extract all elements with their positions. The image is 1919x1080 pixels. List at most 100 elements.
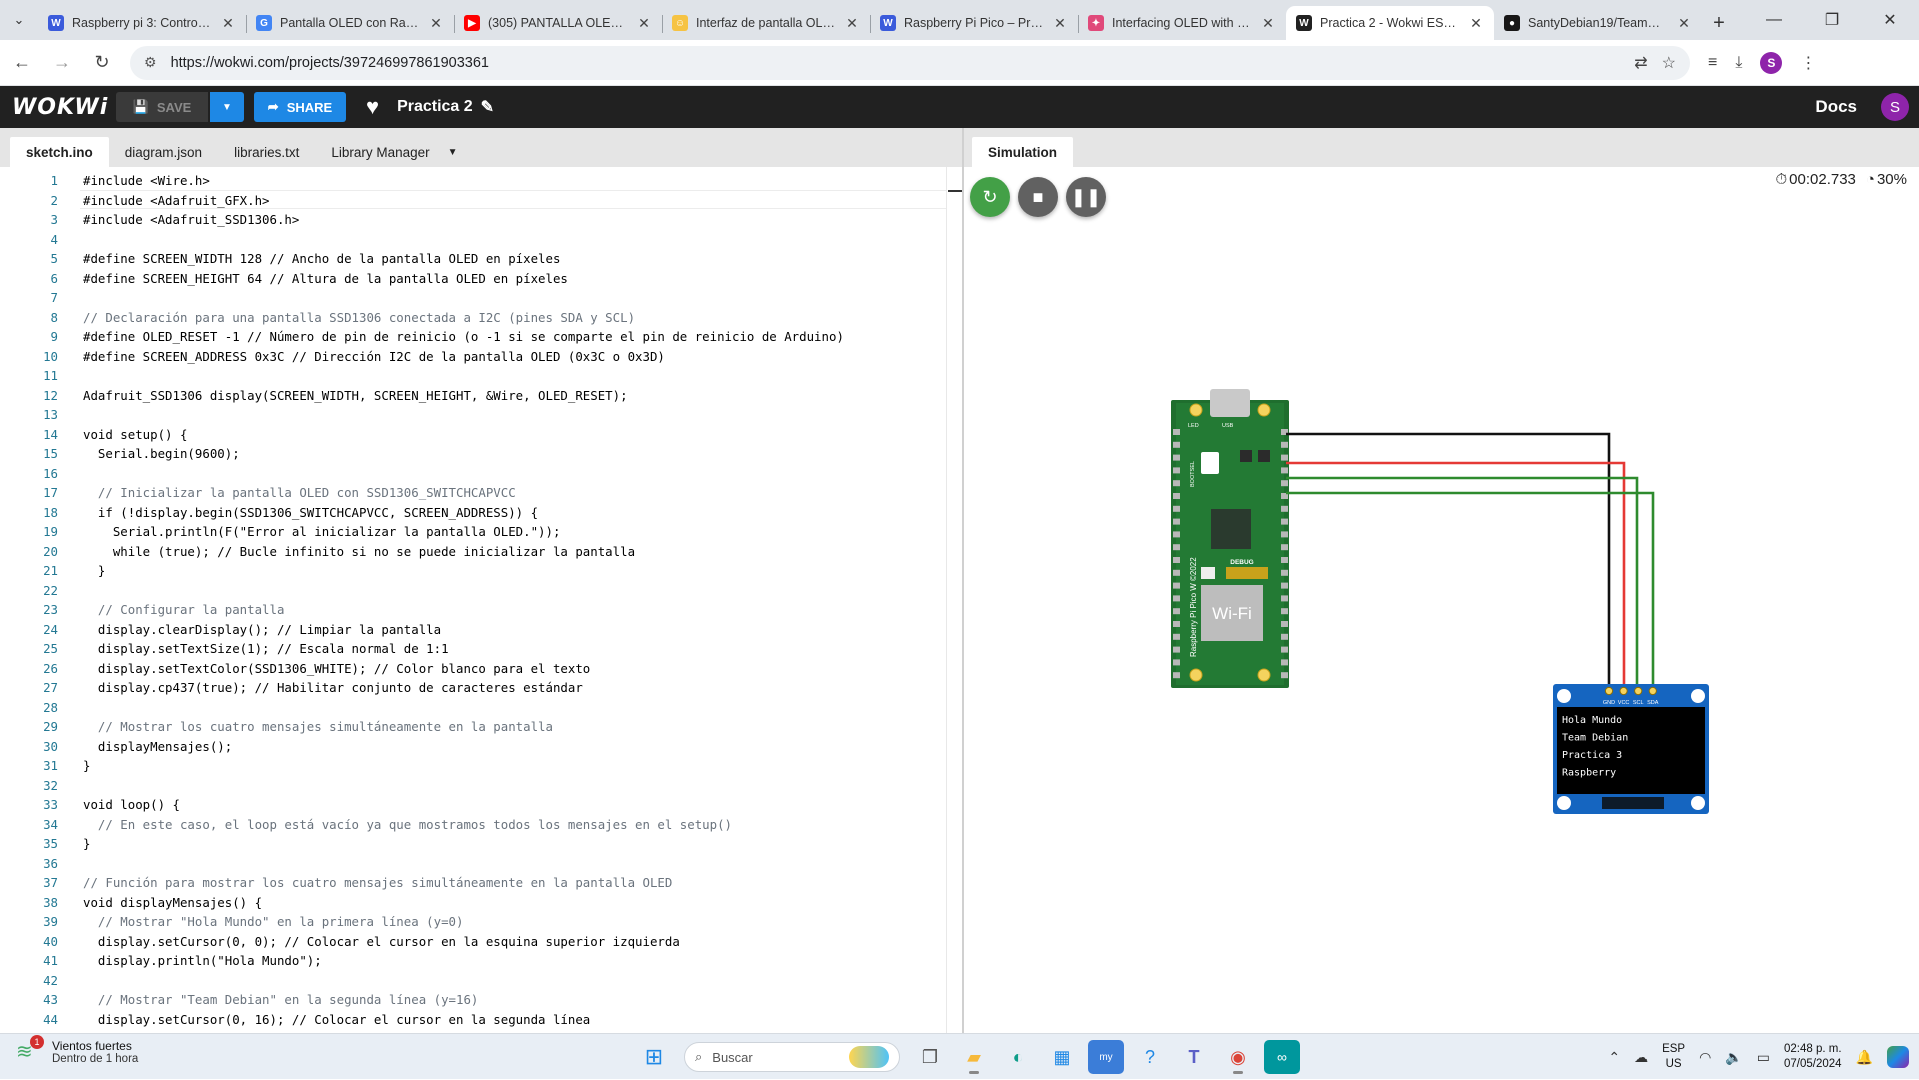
gpio-pin[interactable]: [1173, 441, 1180, 448]
line-text[interactable]: display.setCursor(0, 16); // Colocar el …: [83, 1010, 590, 1029]
forward-arrow-icon[interactable]: →: [44, 45, 80, 81]
code-line[interactable]: 41 display.println("Hola Mundo");: [0, 951, 960, 970]
oled-ssd1306[interactable]: GND VCC SCL SDA Hola Mundo Team Debian Practi…: [1553, 684, 1709, 814]
line-text[interactable]: Serial.println(F("Error al inicializar l…: [83, 522, 561, 541]
line-text[interactable]: Serial.begin(9600);: [83, 444, 240, 463]
code-line[interactable]: 13: [0, 405, 960, 424]
code-line[interactable]: 14 void setup() {: [0, 425, 960, 444]
line-text[interactable]: // Mostrar los cuatro mensajes simultáne…: [83, 717, 553, 736]
save-dropdown-chevron-icon[interactable]: ▼: [210, 92, 244, 122]
line-text[interactable]: display.clearDisplay(); // Limpiar la pa…: [83, 620, 441, 639]
gpio-pin[interactable]: [1173, 505, 1180, 512]
gpio-pin[interactable]: [1281, 557, 1288, 563]
gpio-pin[interactable]: [1281, 646, 1288, 653]
docs-link[interactable]: Docs: [1815, 97, 1857, 117]
code-line[interactable]: 43 // Mostrar "Team Debian" en la segund…: [0, 990, 960, 1009]
tab-library-manager[interactable]: Library Manager ▼: [315, 137, 473, 167]
downloads-icon[interactable]: ⤓: [1735, 54, 1742, 72]
input-language[interactable]: ESP US: [1662, 1042, 1685, 1072]
code-line[interactable]: 12 Adafruit_SSD1306 display(SCREEN_WIDTH,…: [0, 386, 960, 405]
gpio-pin[interactable]: [1281, 672, 1288, 679]
line-text[interactable]: #define SCREEN_ADDRESS 0x3C // Dirección…: [83, 347, 665, 366]
profile-avatar[interactable]: S: [1760, 51, 1783, 74]
more-menu-icon[interactable]: ⋮: [1800, 53, 1816, 73]
mysql-workbench-icon[interactable]: my: [1088, 1040, 1124, 1074]
line-text[interactable]: display.setTextColor(SSD1306_WHITE); // …: [83, 659, 590, 678]
code-line[interactable]: 3 #include <Adafruit_SSD1306.h>: [0, 210, 960, 229]
line-text[interactable]: // Mostrar "Hola Mundo" en la primera lí…: [83, 912, 464, 931]
line-text[interactable]: // Configurar la pantalla: [83, 600, 285, 619]
line-text[interactable]: }: [83, 834, 90, 853]
line-text[interactable]: void displayMensajes() {: [83, 893, 262, 912]
gpio-pin[interactable]: [1173, 518, 1180, 525]
browser-tab[interactable]: ☺ Interfaz de pantalla OLED con Ras ✕: [662, 6, 870, 40]
code-line[interactable]: 15 Serial.begin(9600);: [0, 444, 960, 463]
gpio-pin[interactable]: [1173, 569, 1180, 576]
taskbar-search[interactable]: ⌕ Buscar: [684, 1042, 900, 1072]
code-line[interactable]: 31}: [0, 756, 960, 775]
share-button[interactable]: ➦ SHARE: [254, 92, 346, 122]
tab-close-icon[interactable]: ✕: [1468, 15, 1484, 32]
code-line[interactable]: 11: [0, 366, 960, 385]
tab-search-chevron-icon[interactable]: ⌄: [0, 0, 38, 40]
code-line[interactable]: 21 }: [0, 561, 960, 580]
translate-icon[interactable]: ⇄: [1634, 53, 1647, 73]
gpio-pin[interactable]: [1281, 621, 1288, 627]
tab-sketch-ino[interactable]: sketch.ino: [10, 137, 109, 167]
browser-tab[interactable]: W Raspberry Pi Pico – Primeros pas ✕: [870, 6, 1078, 40]
gpio-pin[interactable]: [1281, 454, 1288, 461]
clock[interactable]: 02:48 p. m. 07/05/2024: [1784, 1042, 1842, 1072]
file-explorer-icon[interactable]: ▰: [956, 1040, 992, 1074]
gpio-pin[interactable]: [1173, 595, 1180, 602]
task-view-icon[interactable]: ❐: [912, 1040, 948, 1074]
browser-tab[interactable]: G Pantalla OLED con Raspberry Pi ✕: [246, 6, 454, 40]
gpio-pin[interactable]: [1173, 493, 1180, 499]
caret-down-icon[interactable]: ▼: [448, 147, 458, 158]
stop-simulation-button[interactable]: ■: [1018, 177, 1058, 217]
teams-icon[interactable]: T: [1176, 1040, 1212, 1074]
back-arrow-icon[interactable]: ←: [4, 45, 40, 81]
editor-scrollbar[interactable]: [946, 167, 962, 1033]
line-text[interactable]: }: [83, 756, 90, 775]
tab-close-icon[interactable]: ✕: [220, 15, 236, 32]
code-line[interactable]: 36: [0, 854, 960, 873]
gpio-pin[interactable]: [1173, 480, 1180, 487]
code-line[interactable]: 10 #define SCREEN_ADDRESS 0x3C // Direcci…: [0, 347, 960, 366]
line-text[interactable]: #define OLED_RESET -1 // Número de pin d…: [83, 327, 844, 346]
code-line[interactable]: 38 void displayMensajes() {: [0, 893, 960, 912]
gpio-pin[interactable]: [1173, 429, 1180, 435]
gpio-pin[interactable]: [1173, 582, 1180, 589]
code-line[interactable]: 16: [0, 464, 960, 483]
gpio-pin[interactable]: [1281, 595, 1288, 602]
line-text[interactable]: void loop() {: [83, 795, 180, 814]
line-text[interactable]: #define SCREEN_HEIGHT 64 // Altura de la…: [83, 269, 568, 288]
code-line[interactable]: 25 display.setTextSize(1); // Escala nor…: [0, 639, 960, 658]
line-text[interactable]: display.setCursor(0, 0); // Colocar el c…: [83, 932, 680, 951]
microsoft-store-icon[interactable]: ▦: [1044, 1040, 1080, 1074]
edge-browser-icon[interactable]: ◐: [1000, 1040, 1036, 1074]
tab-close-icon[interactable]: ✕: [1260, 15, 1276, 32]
line-text[interactable]: #include <Wire.h>: [83, 171, 210, 190]
site-settings-icon[interactable]: ⚙: [144, 54, 157, 71]
tab-close-icon[interactable]: ✕: [844, 15, 860, 32]
reload-icon[interactable]: ↻: [84, 45, 120, 81]
start-windows-icon[interactable]: ⊞: [636, 1040, 672, 1074]
line-text[interactable]: while (true); // Bucle infinito si no se…: [83, 542, 635, 561]
pause-simulation-button[interactable]: ❚❚: [1066, 177, 1106, 217]
like-heart-icon[interactable]: ♥: [366, 94, 379, 120]
line-text[interactable]: // Mostrar "Team Debian" en la segunda l…: [83, 990, 478, 1009]
tab-simulation[interactable]: Simulation: [972, 137, 1074, 167]
gpio-pin[interactable]: [1281, 582, 1288, 589]
bookmark-star-icon[interactable]: ☆: [1662, 53, 1676, 73]
gpio-pin[interactable]: [1173, 454, 1180, 461]
oled-pin[interactable]: [1648, 686, 1657, 696]
line-text[interactable]: // En este caso, el loop está vacío ya q…: [83, 815, 732, 834]
line-text[interactable]: // Declaración para una pantalla SSD1306…: [83, 308, 635, 327]
code-line[interactable]: 28: [0, 698, 960, 717]
code-line[interactable]: 9 #define OLED_RESET -1 // Número de pin …: [0, 327, 960, 346]
user-avatar[interactable]: S: [1881, 93, 1909, 121]
line-text[interactable]: Adafruit_SSD1306 display(SCREEN_WIDTH, S…: [83, 386, 628, 405]
notifications-bell-icon[interactable]: 🔔: [1856, 1049, 1873, 1066]
restart-simulation-button[interactable]: ↻: [970, 177, 1010, 217]
code-line[interactable]: 20 while (true); // Bucle infinito si no…: [0, 542, 960, 561]
